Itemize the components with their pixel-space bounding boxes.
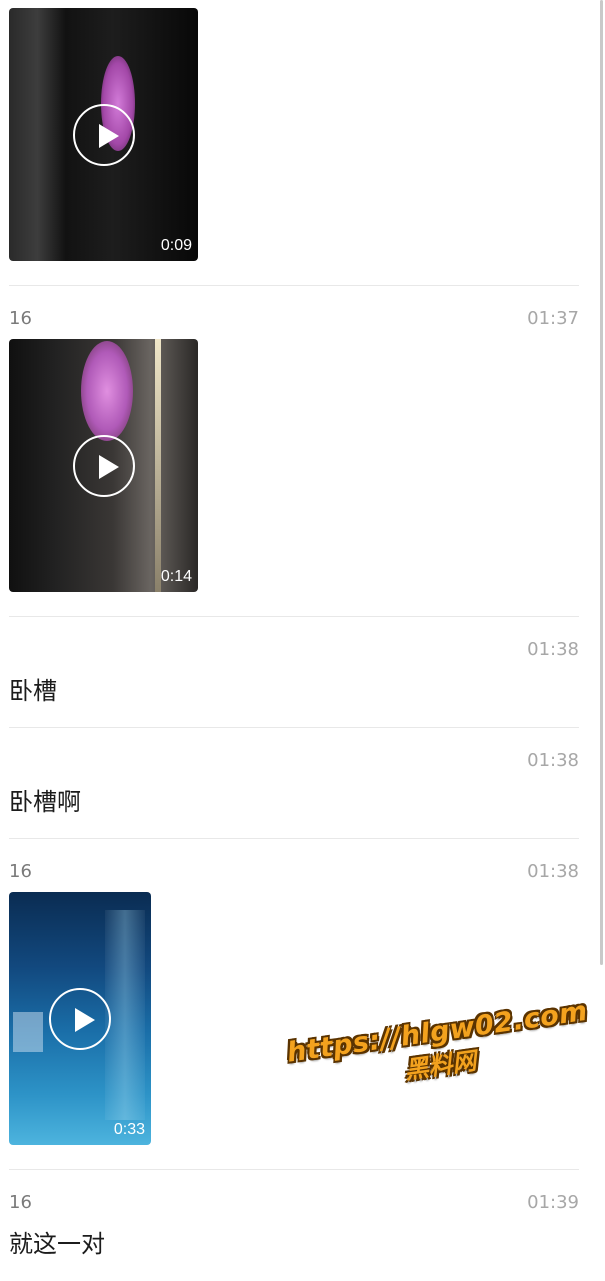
video-thumbnail-highlight: [81, 341, 133, 441]
message-time: 01:39: [527, 1192, 579, 1213]
message-item: 01:38 卧槽啊: [9, 728, 579, 839]
video-duration: 0:33: [113, 1121, 145, 1138]
message-text: 卧槽: [9, 677, 57, 705]
video-message[interactable]: 0:14: [9, 339, 198, 592]
play-icon[interactable]: [49, 987, 111, 1050]
video-thumbnail-light-strip: [155, 339, 161, 592]
message-item: 16 01:38 0:33: [9, 839, 579, 1170]
sender-name: 16: [9, 861, 32, 882]
video-thumbnail-highlight: [105, 910, 145, 1120]
message-text: 就这一对: [9, 1230, 105, 1258]
message-item: 01:38 卧槽: [9, 617, 579, 728]
video-thumbnail-detail: [13, 1012, 43, 1052]
message-text: 卧槽啊: [9, 788, 81, 816]
sender-name: 16: [9, 1192, 32, 1213]
video-duration: 0:09: [160, 237, 192, 254]
play-icon[interactable]: [72, 434, 135, 497]
message-item: 0:09: [9, 0, 579, 286]
scrollbar[interactable]: [600, 0, 603, 965]
message-item: 16 01:39 就这一对: [9, 1170, 579, 1281]
video-message[interactable]: 0:33: [9, 892, 151, 1145]
message-time: 01:38: [527, 639, 579, 660]
play-icon[interactable]: [72, 103, 135, 166]
message-time: 01:38: [527, 750, 579, 771]
message-item: 16 01:37 0:14: [9, 286, 579, 617]
message-time: 01:38: [527, 861, 579, 882]
message-time: 01:37: [527, 308, 579, 329]
video-duration: 0:14: [160, 568, 192, 585]
sender-name: 16: [9, 308, 32, 329]
video-message[interactable]: 0:09: [9, 8, 198, 261]
